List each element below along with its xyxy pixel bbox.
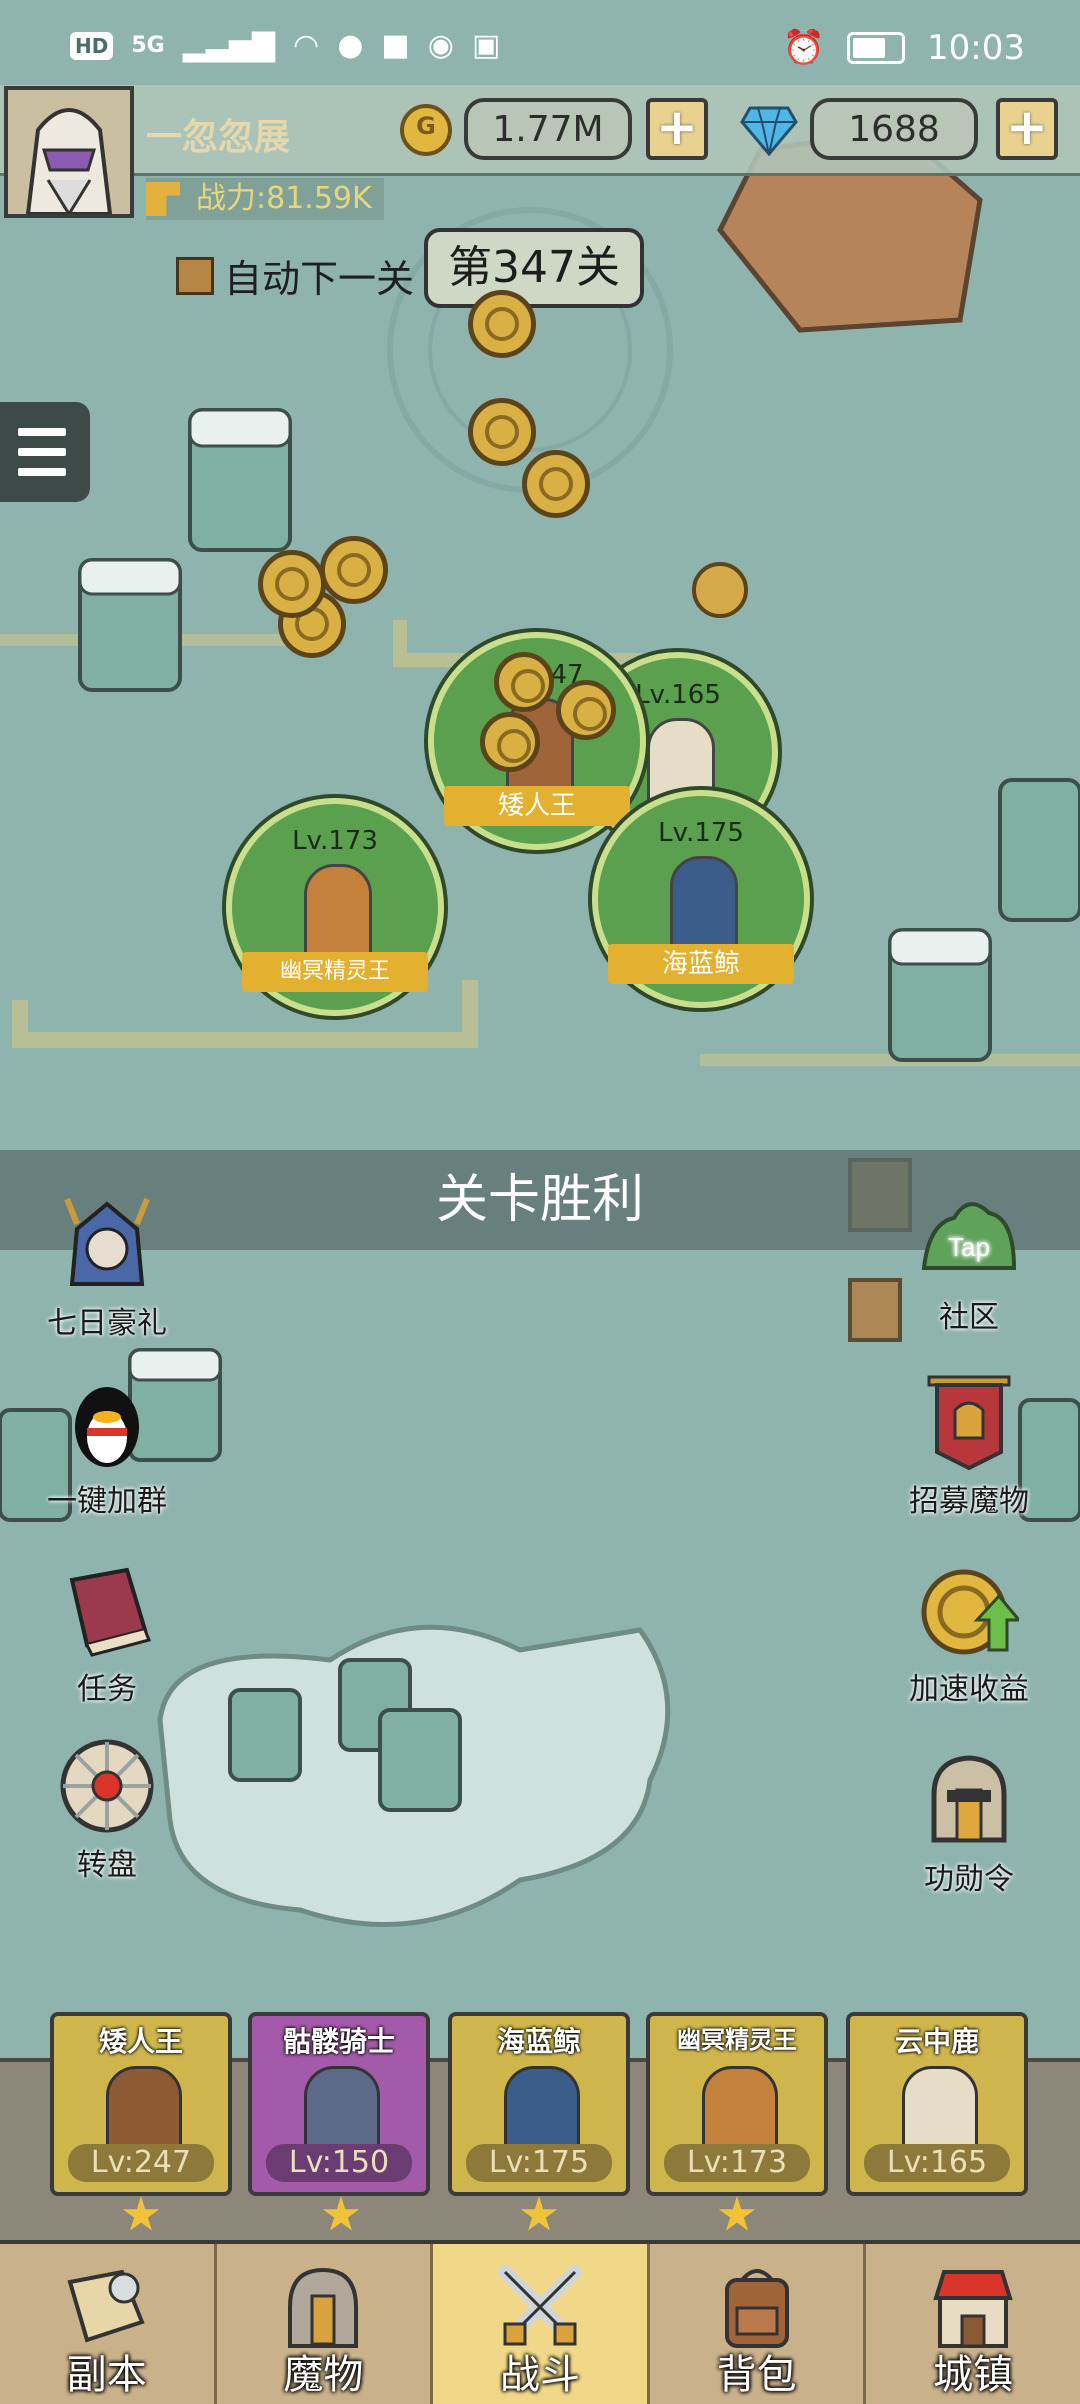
alarm-icon: ⏰ — [782, 28, 826, 68]
hero-level: Lv:150 — [266, 2144, 412, 2182]
add-gold-button[interactable]: + — [646, 98, 708, 160]
hd-indicator: HD — [70, 31, 114, 60]
hero-card-skeleton-knight[interactable]: 骷髅骑士 Lv:150 — [248, 2012, 430, 2196]
player-avatar[interactable] — [4, 86, 134, 218]
auto-next-label: 自动下一关 — [224, 257, 415, 301]
gold-coin-drop — [320, 536, 388, 604]
stage-number: 第347关 — [424, 228, 644, 308]
unit-name: 海蓝鲸 — [608, 944, 794, 984]
hero-name: 矮人王 — [98, 2025, 183, 2058]
community-label: 社区 — [939, 1300, 999, 1335]
wifi-icon: ◠ — [293, 28, 320, 63]
quest-button[interactable]: 任务 — [32, 1560, 182, 1708]
merit-pass-label: 功勋令 — [924, 1862, 1014, 1897]
bottom-navigation: 副本 魔物 战斗 背包 城镇 — [0, 2240, 1080, 2404]
roulette-button[interactable]: 转盘 — [32, 1736, 182, 1884]
nav-battle[interactable]: 战斗 — [433, 2244, 650, 2404]
speed-up-income-label: 加速收益 — [909, 1672, 1029, 1707]
crossed-swords-icon — [495, 2262, 585, 2352]
community-button[interactable]: Tap 社区 — [894, 1188, 1044, 1336]
gold-coin-drop — [556, 680, 616, 740]
app-notification-icon: ■ — [381, 28, 410, 63]
app-notification-icon: ◉ — [427, 28, 454, 63]
gold-coin-drop — [522, 450, 590, 518]
roulette-label: 转盘 — [77, 1848, 137, 1883]
nav-monsters-label: 魔物 — [283, 2352, 364, 2398]
hero-card-sea-whale[interactable]: 海蓝鲸 Lv:175 — [448, 2012, 630, 2196]
nav-dungeon-label: 副本 — [66, 2352, 147, 2398]
recruit-banner-icon — [919, 1372, 1019, 1472]
quest-book-icon — [57, 1560, 157, 1660]
recruit-monster-button[interactable]: 招募魔物 — [894, 1372, 1044, 1520]
nav-monsters[interactable]: 魔物 — [217, 2244, 434, 2404]
merit-pass-button[interactable]: 功勋令 — [894, 1750, 1044, 1898]
gold-coin-drop — [468, 290, 536, 358]
nav-dungeon[interactable]: 副本 — [0, 2244, 217, 2404]
hero-card-dwarf-king[interactable]: 矮人王 Lv:247 — [50, 2012, 232, 2196]
town-shop-icon — [928, 2262, 1018, 2352]
hero-level: Lv:247 — [68, 2144, 214, 2182]
hero-name: 海蓝鲸 — [496, 2025, 581, 2058]
gold-coin-drop — [258, 550, 326, 618]
quest-label: 任务 — [77, 1672, 137, 1707]
add-gems-button[interactable]: + — [996, 98, 1058, 160]
diamond-icon — [740, 106, 798, 156]
auto-next-checkbox[interactable] — [176, 256, 214, 295]
map-unit[interactable]: Lv.175 海蓝鲸 — [592, 790, 810, 1008]
join-group-button[interactable]: 一键加群 — [32, 1372, 182, 1520]
map-scroll-icon — [62, 2262, 152, 2352]
hero-card-elf-king[interactable]: 幽冥精灵王 Lv:173 — [646, 2012, 828, 2196]
wechat-icon: ● — [337, 28, 364, 63]
monster-helmet-icon — [278, 2262, 368, 2352]
combat-power: 战力:81.59K — [146, 178, 384, 220]
hero-name: 骷髅骑士 — [282, 2025, 395, 2058]
unit-name: 幽冥精灵王 — [242, 952, 428, 992]
join-group-label: 一键加群 — [47, 1484, 167, 1519]
battery-icon — [847, 32, 906, 64]
app-notification-icon: ▣ — [471, 28, 501, 63]
hero-name: 幽冥精灵王 — [677, 2026, 797, 2054]
signal-icon: ▂▃▅▇ — [182, 28, 276, 63]
network-indicator: 5G — [131, 33, 165, 58]
nav-town-label: 城镇 — [933, 2352, 1014, 2398]
roulette-wheel-icon — [57, 1736, 157, 1836]
gold-coin-drop — [468, 398, 536, 466]
gold-coin-icon — [400, 104, 452, 156]
taptap-community-icon: Tap — [919, 1188, 1019, 1288]
hero-name: 云中鹿 — [894, 2025, 979, 2058]
nav-backpack-label: 背包 — [716, 2352, 797, 2398]
hero-level: Lv:173 — [664, 2144, 810, 2182]
speed-up-coin-icon — [919, 1560, 1023, 1660]
gem-amount: 1688 — [810, 98, 978, 160]
seven-day-gift-button[interactable]: 七日豪礼 — [32, 1194, 182, 1342]
hero-level: Lv:175 — [466, 2144, 612, 2182]
nav-town[interactable]: 城镇 — [866, 2244, 1080, 2404]
player-name: 一忽忽展 — [146, 117, 291, 158]
status-bar: HD 5G ▂▃▅▇ ◠ ● ■ ◉ ▣ ⏰ 10:03 — [0, 0, 1080, 80]
nav-backpack[interactable]: 背包 — [650, 2244, 867, 2404]
gold-coin-drop — [480, 712, 540, 772]
map-unit[interactable]: Lv.173 幽冥精灵王 — [226, 798, 444, 1016]
armored-warrior-icon — [57, 1194, 157, 1294]
gold-amount: 1.77M — [464, 98, 632, 160]
wizard-portrait-icon — [8, 90, 130, 217]
clock-time: 10:03 — [927, 28, 1025, 68]
auto-next-toggle[interactable]: 自动下一关 — [176, 248, 414, 303]
seven-day-gift-label: 七日豪礼 — [47, 1306, 167, 1341]
hero-card-cloud-deer[interactable]: 云中鹿 Lv:165 — [846, 2012, 1028, 2196]
backpack-icon — [712, 2262, 802, 2352]
nav-battle-label: 战斗 — [499, 2352, 580, 2398]
penguin-icon — [57, 1372, 157, 1472]
gold-coin-drop — [494, 652, 554, 712]
menu-button[interactable] — [0, 402, 90, 502]
unit-level: Lv.173 — [292, 826, 378, 856]
speed-up-income-button[interactable]: 加速收益 — [894, 1560, 1044, 1708]
unit-level: Lv.175 — [658, 818, 744, 848]
recruit-monster-label: 招募魔物 — [909, 1484, 1029, 1519]
tap-text: Tap — [948, 1232, 990, 1262]
merit-helmet-icon — [919, 1750, 1019, 1850]
hero-level: Lv:165 — [864, 2144, 1010, 2182]
